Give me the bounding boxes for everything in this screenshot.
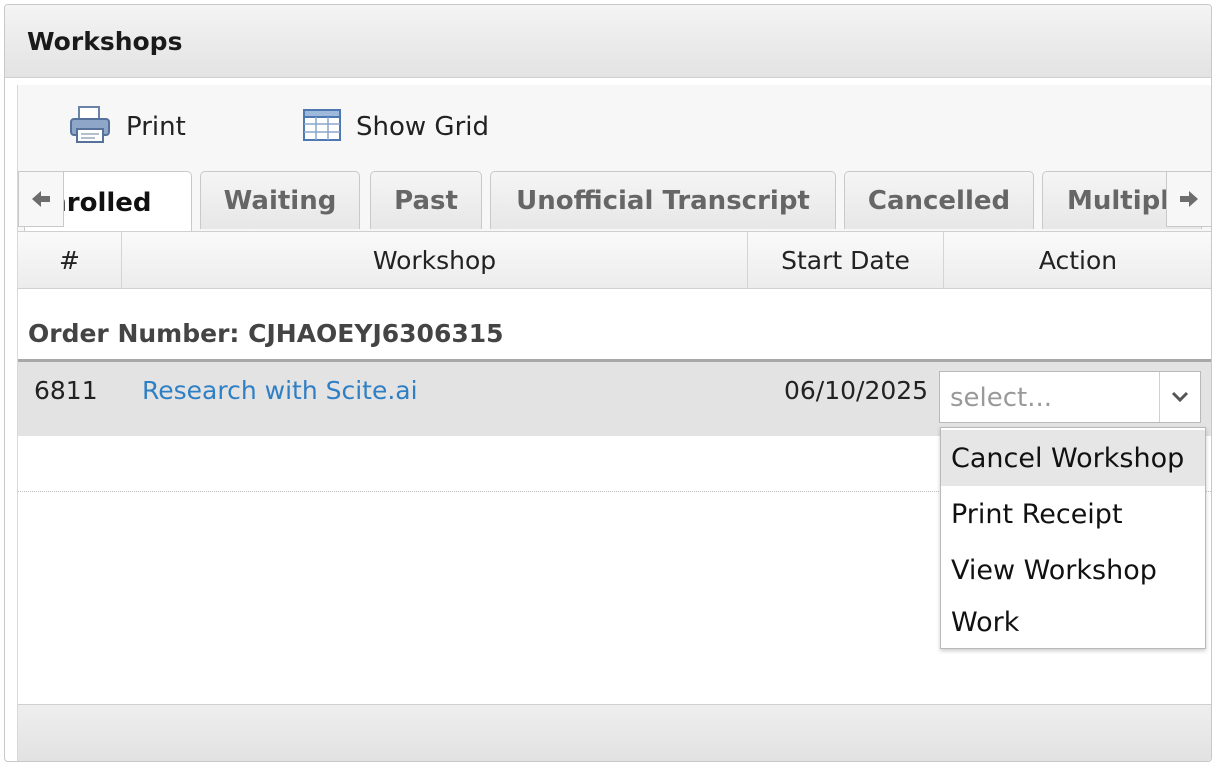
column-header-start-date[interactable]: Start Date — [748, 232, 944, 288]
panel-header: Workshops — [5, 5, 1211, 78]
print-label: Print — [126, 112, 186, 142]
menu-item-view-workshop[interactable]: View Workshop — [941, 542, 1205, 598]
panel-body: Print Show Grid Enrolled Waiting Past Un… — [17, 85, 1211, 761]
group-row: Order Number: CJHAOEYJ6306315 — [18, 305, 1211, 357]
tab-unofficial-transcript[interactable]: Unofficial Transcript — [490, 171, 836, 229]
tab-label: Past — [394, 185, 458, 216]
column-header-workshop[interactable]: Workshop — [122, 232, 748, 288]
menu-item-print-receipt[interactable]: Print Receipt — [941, 486, 1205, 542]
printer-icon — [68, 105, 112, 149]
workshops-panel: Workshops Print Show Grid Enrolled Waiti… — [4, 4, 1212, 762]
column-header-action[interactable]: Action — [944, 232, 1211, 288]
action-select[interactable]: select... — [939, 371, 1201, 423]
tab-scroll-right-button[interactable] — [1166, 171, 1211, 227]
tab-label: Waiting — [223, 185, 337, 216]
action-dropdown-menu: Cancel Workshop Print Receipt View Works… — [940, 427, 1206, 649]
tabs-row: Enrolled Waiting Past Unofficial Transcr… — [18, 171, 1211, 231]
grid-header: # Workshop Start Date Action — [18, 231, 1211, 289]
show-grid-button[interactable]: Show Grid — [302, 107, 489, 147]
panel-title: Workshops — [27, 27, 183, 56]
menu-item-work[interactable]: Work — [941, 594, 1205, 650]
tab-waiting[interactable]: Waiting — [200, 171, 360, 229]
tab-label: Cancelled — [867, 185, 1011, 216]
action-select-value: select... — [950, 383, 1053, 413]
show-grid-label: Show Grid — [356, 112, 489, 142]
tab-past[interactable]: Past — [370, 171, 482, 229]
grid-icon — [302, 108, 342, 146]
tab-scroll-left-button[interactable] — [18, 171, 64, 227]
workshop-number: 6811 — [34, 376, 98, 405]
tab-label: Unofficial Transcript — [516, 185, 810, 216]
tab-cancelled[interactable]: Cancelled — [844, 171, 1034, 229]
workshop-link[interactable]: Research with Scite.ai — [142, 376, 418, 405]
arrow-right-icon — [1180, 191, 1198, 207]
arrow-left-icon — [32, 191, 50, 207]
menu-item-cancel-workshop[interactable]: Cancel Workshop — [941, 430, 1205, 486]
tab-strip: Enrolled Waiting Past Unofficial Transcr… — [18, 165, 1211, 231]
start-date: 06/10/2025 — [784, 376, 929, 405]
order-number-label: Order Number: CJHAOEYJ6306315 — [28, 319, 504, 348]
print-button[interactable]: Print — [68, 105, 186, 149]
column-header-number[interactable]: # — [18, 232, 122, 288]
toolbar: Print Show Grid — [18, 85, 1211, 165]
grid-footer — [18, 704, 1211, 761]
chevron-down-icon[interactable] — [1159, 372, 1200, 422]
